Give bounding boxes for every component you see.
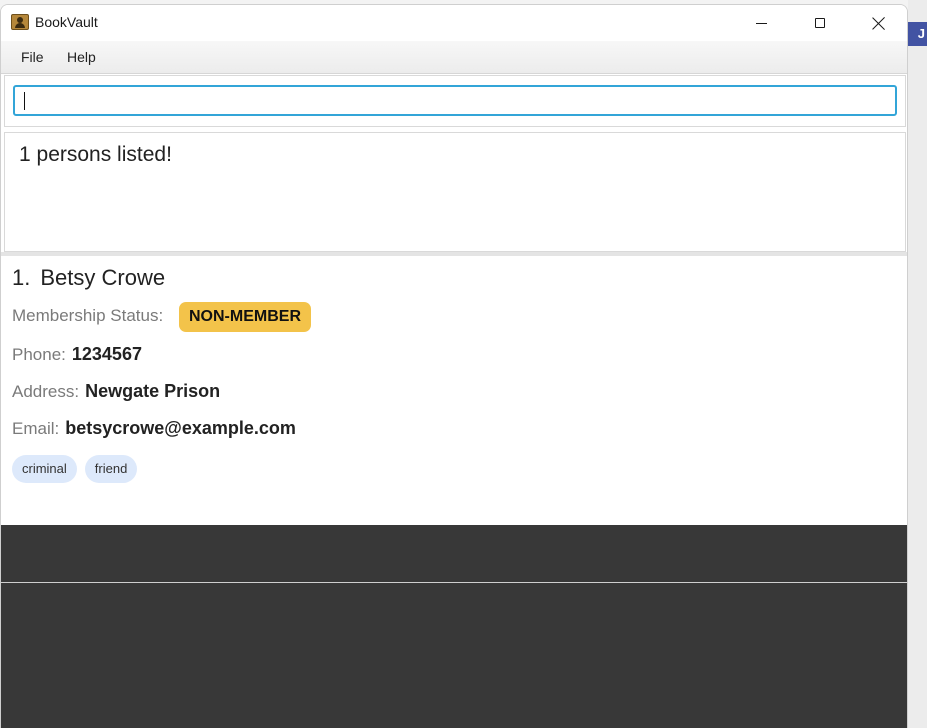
minimize-button[interactable] [732, 5, 790, 41]
person-card[interactable]: 1. Betsy Crowe Membership Status: NON-MEM… [1, 256, 907, 525]
result-display: 1 persons listed! [4, 132, 906, 252]
command-input[interactable] [13, 85, 897, 116]
address-label: Address: [12, 382, 80, 401]
email-row: Email: betsycrowe@example.com [12, 418, 296, 439]
person-name-text: Betsy Crowe [40, 265, 166, 290]
app-window: BookVault File Help 1 persons listed! 1.… [0, 4, 908, 728]
tag-criminal: criminal [12, 455, 77, 483]
minimize-icon [755, 22, 767, 24]
menu-help[interactable]: Help [67, 49, 96, 65]
window-title: BookVault [35, 14, 98, 30]
address-value: Newgate Prison [85, 381, 221, 401]
tag-list: criminal friend [12, 455, 138, 483]
person-name: 1. Betsy Crowe [12, 265, 165, 291]
tag-friend: friend [84, 455, 138, 483]
desktop-window-edge: J [908, 22, 927, 46]
menu-file[interactable]: File [21, 49, 44, 65]
empty-list-area [1, 525, 907, 582]
address-row: Address: Newgate Prison [12, 381, 220, 402]
membership-status-label: Membership Status: [12, 306, 164, 325]
secondary-panel [1, 583, 907, 728]
book-vault-icon [11, 14, 29, 30]
phone-row: Phone: 1234567 [12, 344, 142, 365]
title-bar[interactable]: BookVault [1, 5, 907, 41]
person-list[interactable]: 1. Betsy Crowe Membership Status: NON-MEM… [1, 256, 907, 525]
person-index: 1. [12, 265, 31, 290]
maximize-button[interactable] [791, 5, 849, 41]
phone-value: 1234567 [71, 344, 142, 364]
close-icon [872, 16, 886, 30]
membership-status-badge: NON-MEMBER [179, 302, 311, 332]
email-label: Email: [12, 419, 60, 438]
command-box-pane [4, 75, 906, 127]
close-button[interactable] [850, 5, 907, 41]
email-value: betsycrowe@example.com [65, 418, 296, 438]
result-message: 1 persons listed! [19, 143, 172, 166]
maximize-icon [815, 18, 825, 28]
menu-bar: File Help [1, 41, 907, 74]
text-caret [24, 92, 25, 110]
phone-label: Phone: [12, 345, 66, 364]
desktop-background [908, 0, 927, 728]
